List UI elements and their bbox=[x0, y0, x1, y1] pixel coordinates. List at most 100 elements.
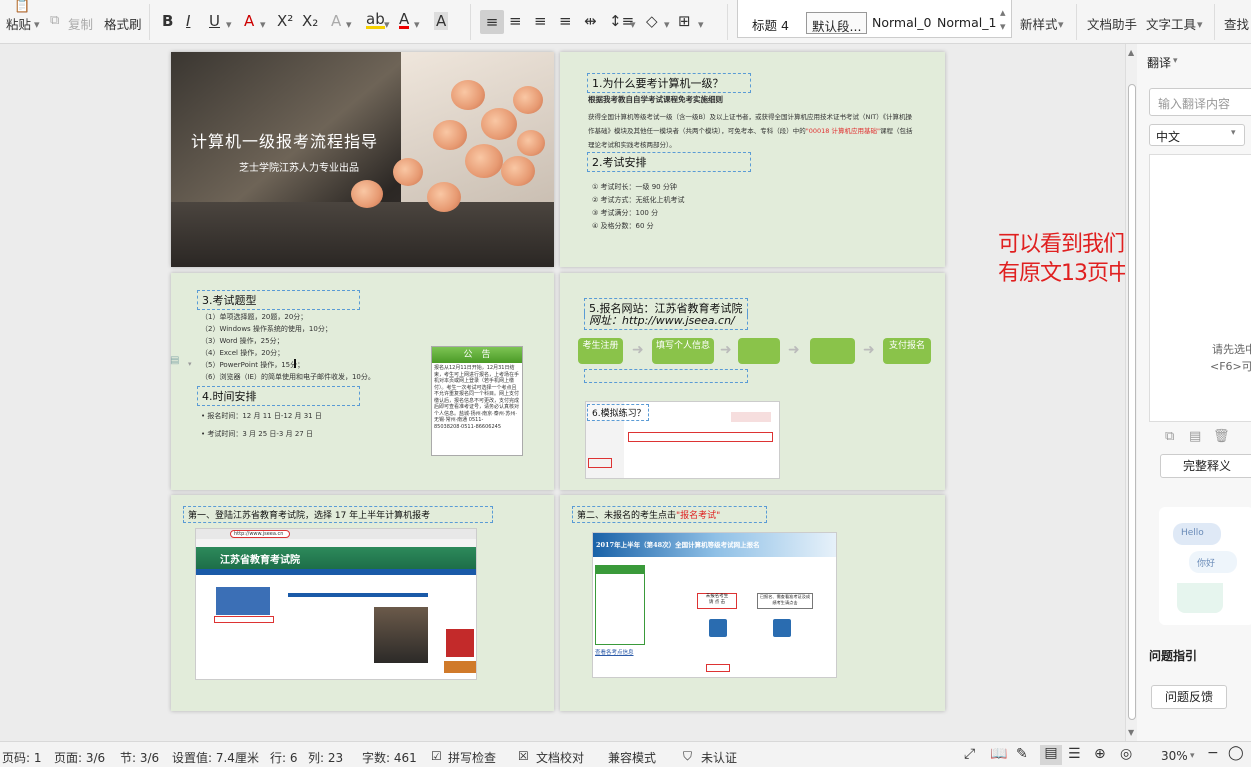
style-scroll-down-icon[interactable]: ▾ bbox=[1000, 18, 1006, 36]
screenshot-highlight bbox=[628, 432, 773, 442]
align-left-icon[interactable]: ≡ bbox=[480, 10, 504, 34]
text-tools-button[interactable]: 文字工具 bbox=[1146, 14, 1196, 33]
new-style-button[interactable]: 新样式 bbox=[1020, 14, 1058, 33]
site-nav bbox=[196, 569, 476, 575]
distributed-align-icon[interactable]: ⇹ bbox=[584, 12, 597, 30]
feedback-button[interactable]: 问题反馈 bbox=[1151, 685, 1227, 709]
eye-protect-icon[interactable]: ◎ bbox=[1120, 746, 1132, 762]
site-banner bbox=[216, 587, 270, 615]
rose-image bbox=[513, 86, 543, 114]
slide-1[interactable]: 计算机一级报考流程指导 芝士学院江苏人力专业出品 bbox=[171, 52, 554, 267]
status-spell-check[interactable]: 拼写检查 bbox=[448, 749, 496, 766]
zoom-level[interactable]: 30% bbox=[1161, 749, 1188, 763]
find-button[interactable]: 查找 bbox=[1224, 14, 1249, 33]
border-dropdown-icon[interactable]: ▾ bbox=[698, 16, 704, 34]
rose-image bbox=[465, 144, 503, 178]
paste-icon[interactable]: ▤ bbox=[1189, 429, 1201, 444]
vertical-scrollbar[interactable]: ▲ ▼ bbox=[1125, 44, 1137, 741]
text-effect-icon[interactable]: A bbox=[331, 12, 341, 30]
line-spacing-dropdown-icon[interactable]: ▾ bbox=[630, 16, 636, 34]
language-dropdown-icon[interactable]: ▾ bbox=[1231, 128, 1236, 138]
document-canvas[interactable]: 计算机一级报考流程指导 芝士学院江苏人力专业出品 1.为什么要考计算机一级？ 根… bbox=[0, 44, 1125, 741]
notice-panel bbox=[595, 565, 645, 645]
bold-icon[interactable]: B bbox=[162, 12, 173, 30]
scroll-thumb[interactable] bbox=[1128, 84, 1136, 720]
style-default-paragraph[interactable]: 默认段... bbox=[806, 12, 868, 34]
zoom-out-icon[interactable]: − bbox=[1207, 745, 1219, 761]
superscript-icon[interactable]: X² bbox=[277, 12, 293, 30]
zoom-dropdown-icon[interactable]: ▾ bbox=[1190, 751, 1195, 761]
justify-icon[interactable]: ≡ bbox=[559, 12, 572, 30]
status-setting[interactable]: 设置值: 7.4厘米 bbox=[172, 749, 259, 766]
highlight-icon[interactable]: ab bbox=[366, 12, 385, 29]
slide-3[interactable]: 3.考试题型 （1）单项选择题，20题，20分； （2）Windows 操作系统… bbox=[171, 273, 554, 490]
text-tools-dropdown-icon[interactable]: ▾ bbox=[1197, 16, 1203, 34]
fullscreen-icon[interactable]: ⤢ bbox=[964, 746, 975, 762]
registered-button[interactable]: 已报名、需查看准考证及成绩考生请点击 bbox=[757, 593, 813, 609]
strikethrough-dropdown-icon[interactable]: ▾ bbox=[260, 16, 266, 34]
underline-dropdown-icon[interactable]: ▾ bbox=[226, 16, 232, 34]
style-normal1[interactable]: Normal_1 bbox=[932, 12, 1001, 34]
highlight-dropdown-icon[interactable]: ▾ bbox=[384, 16, 390, 34]
scroll-down-icon[interactable]: ▼ bbox=[1128, 728, 1134, 737]
doc-assistant-button[interactable]: 文档助手 bbox=[1087, 14, 1137, 33]
write-mode-icon[interactable]: ✎ bbox=[1016, 746, 1028, 762]
list-item: （3）Word 操作，25分； bbox=[201, 337, 284, 345]
slide-2[interactable]: 1.为什么要考计算机一级？ 根据我考教自自学考试课程免考实施细则 获得全国计算机… bbox=[560, 52, 945, 267]
shading-icon[interactable]: ◇ bbox=[646, 12, 658, 30]
panel-menu-dropdown-icon[interactable]: ▾ bbox=[1173, 56, 1178, 66]
copy-icon[interactable]: ⧉ bbox=[1165, 429, 1174, 444]
align-right-icon[interactable]: ≡ bbox=[534, 12, 547, 30]
status-page-code[interactable]: 页码: 1 bbox=[2, 749, 42, 766]
format-painter-button[interactable]: 格式刷 bbox=[104, 14, 142, 33]
status-certification[interactable]: 未认证 bbox=[701, 749, 737, 766]
list-item: （2）Windows 操作系统的使用，10分； bbox=[201, 325, 332, 333]
underline-icon[interactable]: U bbox=[209, 12, 220, 30]
outline-view-icon[interactable]: ☰ bbox=[1068, 746, 1081, 762]
proofread-icon[interactable]: ☒ bbox=[518, 749, 529, 763]
exam-sites-link[interactable]: 查看各考点信息 bbox=[595, 648, 634, 656]
border-icon[interactable]: ⊞ bbox=[678, 12, 691, 30]
strikethrough-icon[interactable]: A bbox=[244, 12, 254, 30]
copy-button[interactable]: 复制 bbox=[68, 14, 93, 33]
web-view-icon[interactable]: ⊕ bbox=[1094, 746, 1106, 762]
full-explain-button[interactable]: 完整释义 bbox=[1160, 454, 1251, 478]
text-effect-dropdown-icon[interactable]: ▾ bbox=[346, 16, 352, 34]
flow-step: 支付报名 bbox=[883, 338, 931, 364]
slide-6[interactable]: 第二、未报名的考生点击"报名考试" 2017年上半年（第48次）全国计算机等级考… bbox=[560, 495, 945, 711]
slide-5[interactable]: 第一、登陆江苏省教育考试院，选择 17 年上半年计算机报考 http://www… bbox=[171, 495, 554, 711]
collapse-arrow-icon[interactable]: ▾ bbox=[188, 360, 192, 368]
copy-icon[interactable]: ⧉ bbox=[50, 12, 59, 30]
website-url[interactable]: 网址：http://www.jseea.cn/ bbox=[584, 311, 748, 330]
unregistered-button[interactable]: 未报名考生 请 点 击 bbox=[697, 593, 737, 609]
spell-check-icon[interactable]: ☑ bbox=[431, 749, 442, 763]
page-view-icon[interactable]: ▤ bbox=[1040, 745, 1062, 765]
read-mode-icon[interactable]: 📖 bbox=[990, 746, 1007, 762]
align-center-icon[interactable]: ≡ bbox=[509, 12, 522, 30]
italic-icon[interactable]: I bbox=[186, 12, 190, 30]
subscript-icon[interactable]: X₂ bbox=[302, 12, 318, 30]
delete-icon[interactable]: 🗑 bbox=[1213, 429, 1230, 444]
zoom-slider-knob[interactable]: ◯ bbox=[1228, 745, 1244, 761]
paste-button[interactable]: 粘贴 bbox=[6, 14, 31, 33]
status-section[interactable]: 节: 3/6 bbox=[120, 749, 159, 766]
paste-dropdown-icon[interactable]: ▾ bbox=[34, 16, 40, 34]
style-heading4[interactable]: 标题 4 bbox=[747, 12, 794, 34]
heading-time: 4.时间安排 bbox=[197, 386, 360, 406]
font-color-dropdown-icon[interactable]: ▾ bbox=[414, 16, 420, 34]
style-normal0[interactable]: Normal_0 bbox=[867, 12, 936, 34]
scroll-up-icon[interactable]: ▲ bbox=[1128, 48, 1134, 57]
new-style-dropdown-icon[interactable]: ▾ bbox=[1058, 16, 1064, 34]
shading-dropdown-icon[interactable]: ▾ bbox=[664, 16, 670, 34]
status-proofread[interactable]: 文档校对 bbox=[536, 749, 584, 766]
status-word-count[interactable]: 字数: 461 bbox=[362, 749, 417, 766]
slide-4[interactable]: 5.报名网站：江苏省教育考试院 网址：http://www.jseea.cn/ … bbox=[560, 273, 945, 490]
char-shading-icon[interactable]: A bbox=[434, 12, 449, 30]
translate-input[interactable]: 输入翻译内容 bbox=[1149, 88, 1251, 116]
status-page[interactable]: 页面: 3/6 bbox=[54, 749, 105, 766]
paragraph: 获得全国计算机等级考试一级（含一级B）及以上证书者，或获得全国计算机应用技术证书… bbox=[588, 110, 918, 152]
heading-step2: 第二、未报名的考生点击"报名考试" bbox=[572, 506, 767, 523]
font-color-icon[interactable]: A bbox=[399, 12, 410, 29]
list-item: （1）单项选择题，20题，20分； bbox=[201, 313, 308, 321]
list-item: （6）浏览器（IE）的简单使用和电子邮件收发，10分。 bbox=[201, 373, 375, 381]
